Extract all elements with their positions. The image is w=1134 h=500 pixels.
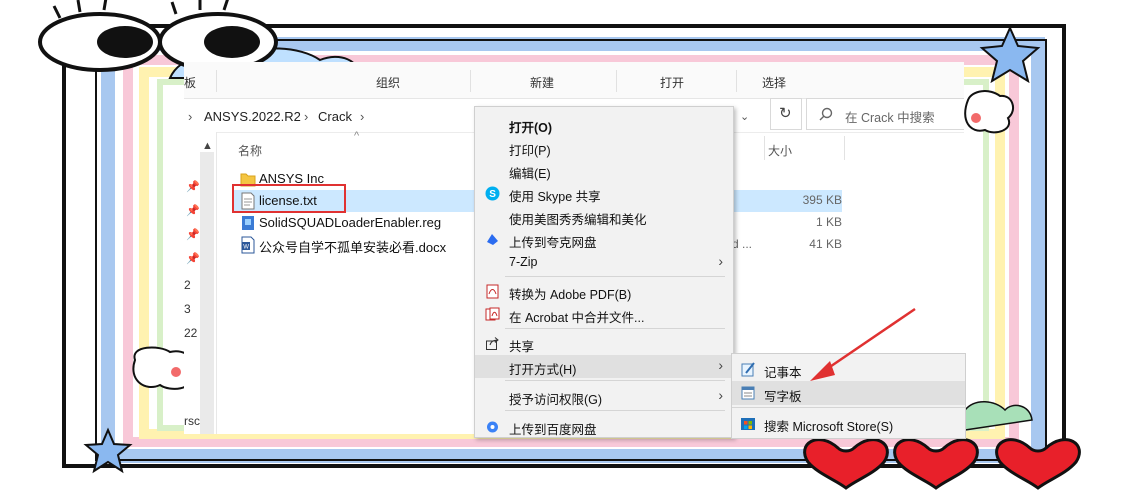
column-divider (844, 136, 845, 160)
menu-label: 7-Zip (509, 255, 538, 269)
scroll-up-icon[interactable]: ▲ (202, 140, 213, 152)
submenu-item-microsoft-store[interactable]: 搜索 Microsoft Store(S) (732, 411, 965, 435)
ribbon: 板 组织 新建 打开 选择 (184, 62, 964, 99)
svg-text:W: W (243, 245, 249, 251)
registry-file-icon (242, 216, 254, 230)
menu-item-meitu[interactable]: 使用美图秀秀编辑和美化 (475, 205, 733, 228)
chevron-right-icon: › (718, 387, 723, 403)
pin-icon: 📌 (186, 205, 200, 217)
svg-text:S: S (489, 189, 496, 200)
skype-icon: S (485, 186, 500, 201)
file-size: 1 KB (815, 215, 842, 229)
file-size: 41 KB (809, 237, 842, 251)
ribbon-item-open[interactable]: 打开 (660, 74, 684, 91)
chevron-right-icon: › (718, 357, 723, 373)
sort-indicator-icon: ^ (354, 130, 360, 142)
menu-item-baidu-upload[interactable]: 上传到百度网盘 (475, 415, 733, 438)
menu-item-edit[interactable]: 编辑(E) (475, 159, 733, 182)
highlight-box (232, 184, 346, 213)
chevron-right-icon: › (718, 253, 723, 269)
search-input[interactable]: 在 Crack 中搜索 (806, 98, 964, 130)
nav-item[interactable]: 22 (184, 326, 197, 340)
menu-item-acrobat-merge[interactable]: 在 Acrobat 中合并文件... (475, 303, 733, 326)
menu-separator (505, 380, 725, 381)
menu-label: 打开(O) (509, 121, 553, 135)
menu-label: 打开方式(H) (509, 363, 577, 377)
menu-item-open[interactable]: 打开(O) (475, 113, 733, 136)
acrobat-icon (485, 307, 500, 321)
menu-label: 记事本 (764, 366, 802, 380)
chevron-down-icon[interactable]: ⌄ (740, 110, 749, 123)
menu-item-print[interactable]: 打印(P) (475, 136, 733, 159)
ribbon-item-select[interactable]: 选择 (762, 74, 786, 91)
menu-label: 使用美图秀秀编辑和美化 (509, 213, 647, 227)
menu-label: 搜索 Microsoft Store(S) (764, 420, 894, 434)
breadcrumb-item-crack[interactable]: Crack (318, 109, 352, 124)
ribbon-divider (216, 70, 217, 92)
file-size: 395 KB (802, 193, 842, 207)
pin-icon: 📌 (186, 181, 200, 193)
menu-label: 转换为 Adobe PDF(B) (509, 288, 632, 302)
file-type: d ... (732, 237, 753, 251)
menu-label: 使用 Skype 共享 (509, 190, 601, 204)
menu-label: 编辑(E) (509, 167, 551, 181)
breadcrumb-separator: › (304, 109, 309, 124)
nav-item[interactable]: 2 (184, 278, 191, 292)
menu-separator (505, 328, 725, 329)
menu-label: 上传到百度网盘 (509, 423, 597, 437)
ribbon-divider (736, 70, 737, 92)
search-placeholder: 在 Crack 中搜索 (845, 111, 935, 125)
refresh-icon: ↻ (779, 105, 792, 122)
column-header-size[interactable]: 大小 (768, 142, 792, 159)
notepad-icon (741, 362, 755, 377)
pin-icon: 📌 (186, 253, 200, 265)
scrollbar[interactable] (200, 152, 214, 434)
menu-item-quark-upload[interactable]: 上传到夸克网盘 (475, 228, 733, 251)
pdf-icon (486, 284, 499, 299)
file-name: SolidSQUADLoaderEnabler.reg (259, 215, 442, 230)
menu-item-skype-share[interactable]: S 使用 Skype 共享 (475, 182, 733, 205)
menu-item-grant-access[interactable]: 授予访问权限(G) › (475, 385, 733, 408)
ribbon-item-clipboard[interactable]: 板 (184, 74, 196, 91)
breadcrumb-separator: › (188, 109, 193, 124)
file-name: 公众号自学不孤单安装必看.docx (259, 240, 447, 255)
menu-item-convert-pdf[interactable]: 转换为 Adobe PDF(B) (475, 280, 733, 303)
ribbon-item-organize[interactable]: 组织 (376, 74, 400, 91)
breadcrumb-item-ansys[interactable]: ANSYS.2022.R2 (204, 109, 301, 124)
menu-label: 写字板 (764, 390, 802, 404)
annotation-arrow (810, 307, 916, 381)
nav-item[interactable]: 3 (184, 302, 191, 316)
refresh-button[interactable]: ↻ (770, 98, 802, 130)
menu-separator (505, 276, 725, 277)
menu-item-open-with[interactable]: 打开方式(H) › (475, 355, 733, 378)
ribbon-item-new[interactable]: 新建 (530, 74, 554, 91)
search-icon (819, 107, 833, 121)
store-icon (741, 418, 755, 430)
wordpad-icon (741, 386, 755, 400)
ribbon-divider (616, 70, 617, 92)
nav-item[interactable]: rsc (184, 414, 200, 428)
menu-label: 在 Acrobat 中合并文件... (509, 311, 645, 325)
context-menu: 打开(O) 打印(P) 编辑(E) S 使用 Skype 共享 使用美图秀秀编辑… (474, 106, 734, 438)
column-header-name[interactable]: 名称 (238, 142, 262, 159)
menu-label: 共享 (509, 340, 535, 354)
menu-label: 打印(P) (509, 144, 551, 158)
menu-separator (732, 407, 965, 408)
menu-item-share[interactable]: 共享 (475, 332, 733, 355)
breadcrumb-separator: › (360, 109, 365, 124)
ribbon-divider (470, 70, 471, 92)
baidu-icon (487, 421, 498, 433)
menu-separator (505, 410, 725, 411)
menu-item-7zip[interactable]: 7-Zip › (475, 251, 733, 274)
word-file-icon: W (241, 236, 255, 254)
quark-icon (487, 234, 498, 245)
share-icon (486, 337, 499, 350)
pin-icon: 📌 (186, 229, 200, 241)
menu-label: 上传到夸克网盘 (509, 236, 597, 250)
column-divider (764, 136, 765, 160)
menu-label: 授予访问权限(G) (509, 393, 603, 407)
